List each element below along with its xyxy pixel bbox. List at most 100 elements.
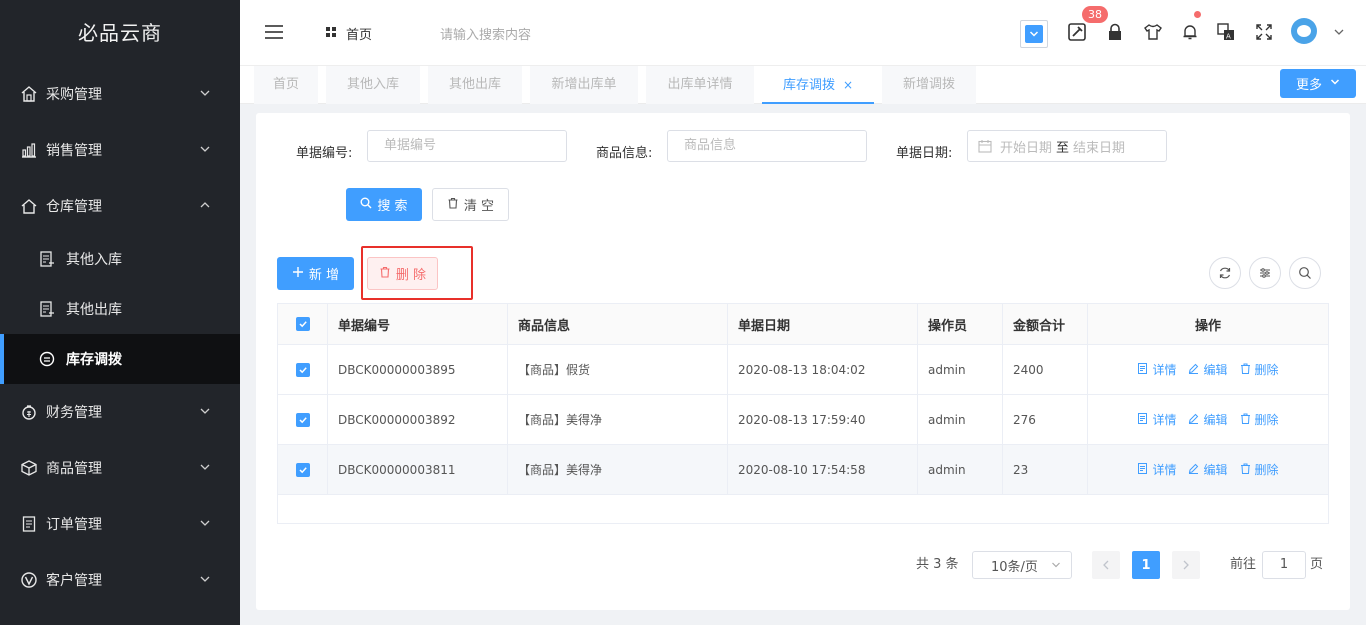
delete-label: 删除 [1254, 463, 1279, 477]
edit-pencil-icon [1188, 363, 1199, 377]
next-page-button[interactable] [1172, 551, 1200, 579]
tab-stock-transfer[interactable]: 库存调拨 × [762, 66, 874, 104]
document-icon [20, 515, 38, 533]
toggle-search-button[interactable] [1289, 257, 1321, 289]
goods-cell: 【商品】假货 [508, 345, 728, 394]
sidebar-subitem-other-out[interactable]: 其他出库 [0, 284, 240, 334]
tshirt-theme-icon[interactable] [1143, 22, 1163, 42]
sidebar-item-label: 销售管理 [46, 143, 102, 159]
end-date-input[interactable]: 结束日期 [1073, 137, 1125, 156]
row-select-cell[interactable] [278, 395, 328, 444]
delete-link[interactable]: 删除 [1240, 461, 1279, 478]
sidebar-item-goods[interactable]: 商品管理 [0, 440, 240, 496]
translate-icon[interactable]: A [1216, 22, 1236, 42]
refresh-button[interactable] [1209, 257, 1241, 289]
sidebar-subitem-label: 其他入库 [66, 252, 122, 268]
checkbox-checked-icon[interactable] [295, 462, 310, 477]
fullscreen-icon[interactable] [1254, 22, 1274, 42]
more-label: 更多 [1295, 78, 1322, 93]
breadcrumb-home[interactable]: 首页 [326, 24, 372, 43]
column-header-date[interactable]: 单据日期 [728, 304, 918, 344]
sidebar-item-warehouse[interactable]: 仓库管理 [0, 178, 240, 234]
highlight-annotation-box [361, 246, 473, 300]
column-header-goods[interactable]: 商品信息 [508, 304, 728, 344]
layout-select-dropdown[interactable] [1020, 20, 1048, 48]
chevron-right-icon [1183, 560, 1189, 570]
chart-icon [20, 141, 38, 159]
table-row[interactable]: DBCK00000003895 【商品】假货 2020-08-13 18:04:… [278, 345, 1328, 395]
sidebar-item-orders[interactable]: 订单管理 [0, 496, 240, 552]
checkbox-checked-icon[interactable] [295, 362, 310, 377]
tab-new-transfer[interactable]: 新增调拨 [882, 66, 976, 104]
clear-button[interactable]: 清 空 [432, 188, 509, 221]
tab-home[interactable]: 首页 [254, 66, 318, 104]
refresh-icon [1219, 267, 1231, 279]
column-header-amount[interactable]: 金额合计 [1003, 304, 1088, 344]
date-label: 单据日期: [896, 146, 953, 161]
close-icon[interactable]: × [843, 78, 853, 92]
page-number-button[interactable]: 1 [1132, 551, 1160, 579]
detail-link[interactable]: 详情 [1137, 461, 1176, 478]
prev-page-button[interactable] [1092, 551, 1120, 579]
sidebar-subitem-stock-transfer[interactable]: 库存调拨 [0, 334, 240, 384]
user-avatar[interactable] [1291, 18, 1317, 44]
chevron-down-icon[interactable] [1333, 26, 1345, 38]
lock-icon[interactable] [1105, 22, 1125, 42]
doc-no-cell: DBCK00000003811 [328, 445, 508, 494]
header-search-input[interactable]: 请输入搜索内容 [440, 24, 531, 43]
detail-label: 详情 [1152, 413, 1177, 427]
sidebar: 必品云商 采购管理 销售管理 仓库管理 其他入库 其他出库 库存调拨 财务管理 … [0, 0, 240, 625]
sidebar-item-sales[interactable]: 销售管理 [0, 122, 240, 178]
page-size-select[interactable]: 10条/页 [972, 551, 1072, 579]
avatar-face [1297, 25, 1311, 37]
main-card: 单据编号: 单据编号 商品信息: 商品信息 单据日期: 开始日期 至 结束日期 … [256, 113, 1350, 610]
sidebar-item-purchase[interactable]: 采购管理 [0, 66, 240, 122]
edit-link[interactable]: 编辑 [1188, 461, 1228, 478]
date-cell: 2020-08-10 17:54:58 [728, 445, 918, 494]
chevron-up-icon [200, 202, 210, 208]
sidebar-item-finance[interactable]: 财务管理 [0, 384, 240, 440]
date-range-picker[interactable]: 开始日期 至 结束日期 [967, 130, 1167, 162]
bell-icon[interactable] [1180, 22, 1200, 42]
doc-no-input[interactable]: 单据编号 [367, 130, 567, 162]
sidebar-subitem-other-in[interactable]: 其他入库 [0, 234, 240, 284]
goods-cell: 【商品】美得净 [508, 395, 728, 444]
column-settings-button[interactable] [1249, 257, 1281, 289]
edit-link[interactable]: 编辑 [1188, 411, 1228, 428]
add-button[interactable]: 新 增 [277, 257, 354, 290]
delete-link[interactable]: 删除 [1240, 411, 1279, 428]
row-select-cell[interactable] [278, 445, 328, 494]
edit-pencil-icon [1188, 463, 1199, 477]
delete-link[interactable]: 删除 [1240, 361, 1279, 378]
tab-other-out[interactable]: 其他出库 [428, 66, 522, 104]
search-button[interactable]: 搜 索 [346, 188, 422, 221]
more-tabs-button[interactable]: 更多 [1280, 69, 1356, 98]
goods-input[interactable]: 商品信息 [667, 130, 867, 162]
row-select-cell[interactable] [278, 345, 328, 394]
tab-outbound-detail[interactable]: 出库单详情 [646, 66, 754, 104]
table-row[interactable]: DBCK00000003811 【商品】美得净 2020-08-10 17:54… [278, 445, 1328, 495]
detail-link[interactable]: 详情 [1137, 411, 1176, 428]
select-all-cell[interactable] [278, 304, 328, 344]
detail-link[interactable]: 详情 [1137, 361, 1176, 378]
detail-label: 详情 [1152, 363, 1177, 377]
goto-page-input[interactable]: 1 [1262, 551, 1306, 579]
operator-cell: admin [918, 445, 1003, 494]
start-date-input[interactable]: 开始日期 [1000, 137, 1052, 156]
edit-link[interactable]: 编辑 [1188, 361, 1228, 378]
tab-other-in[interactable]: 其他入库 [326, 66, 420, 104]
checkbox-checked-icon[interactable] [295, 412, 310, 427]
trash-icon [1240, 363, 1251, 377]
tools-icon[interactable] [1067, 22, 1087, 42]
column-header-operator[interactable]: 操作员 [918, 304, 1003, 344]
hamburger-menu-icon[interactable] [264, 24, 284, 40]
chevron-down-icon [200, 464, 210, 470]
column-header-doc-no[interactable]: 单据编号 [328, 304, 508, 344]
document-icon [1137, 362, 1148, 377]
tab-new-outbound[interactable]: 新增出库单 [530, 66, 638, 104]
operator-cell: admin [918, 345, 1003, 394]
table-row[interactable]: DBCK00000003892 【商品】美得净 2020-08-13 17:59… [278, 395, 1328, 445]
checkbox-checked-icon[interactable] [295, 317, 310, 331]
sidebar-item-customers[interactable]: 客户管理 [0, 552, 240, 608]
trash-icon [1240, 413, 1251, 427]
